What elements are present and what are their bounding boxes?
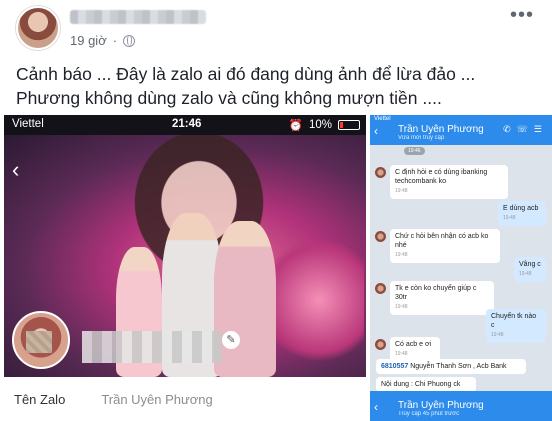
message-in: C định hỏi e có dùng ibanking techcomban… xyxy=(390,165,508,199)
post-time[interactable]: 19 giờ xyxy=(70,33,107,48)
carrier: Viettel xyxy=(12,118,44,130)
contact-avatar xyxy=(375,167,386,178)
chat-action-icons[interactable]: ✆☏☰ xyxy=(503,124,548,135)
account-number: 6810557 xyxy=(381,363,409,370)
chat-carrier: Viettel xyxy=(374,116,391,122)
chat-header: Viettel ‹ Trần Uyên Phương Vừa mới truy … xyxy=(370,115,552,145)
back-arrow-icon[interactable]: ‹ xyxy=(12,157,19,183)
edit-icon[interactable]: ✎ xyxy=(222,331,240,349)
contact-avatar xyxy=(375,283,386,294)
account-message: 6810557 Nguyễn Thanh Sơn , Acb Bank xyxy=(376,359,526,374)
profile-name-blurred xyxy=(82,331,222,363)
status-bar: Viettel 21:46 ⏰ 10% xyxy=(4,115,366,135)
chat-screenshot[interactable]: Viettel ‹ Trần Uyên Phương Vừa mới truy … xyxy=(370,115,552,421)
zalo-profile-screenshot[interactable]: Viettel 21:46 ⏰ 10% ‹ ✎ Tên Zalo Trần Uy… xyxy=(4,115,366,421)
message-list: 19:46 C định hỏi e có dùng ibanking tech… xyxy=(370,145,552,392)
zalo-name-label: Tên Zalo xyxy=(14,391,66,407)
second-contact-name: Trần Uyên Phương xyxy=(398,400,484,411)
second-contact-status: Truy cập 45 phút trước xyxy=(398,411,460,417)
status-time: 21:46 xyxy=(172,118,202,130)
chat-contact-status: Vừa mới truy cập xyxy=(398,135,445,141)
post-meta: 19 giờ · xyxy=(70,33,136,48)
avatar-blur xyxy=(26,331,52,353)
chat-contact-name: Trần Uyên Phương xyxy=(398,124,484,135)
second-chat-header: ‹ Trần Uyên Phương Truy cập 45 phút trướ… xyxy=(370,391,552,421)
message-out: E dùng acb 19:48 xyxy=(498,201,546,226)
message-in: Tk e còn ko chuyển giúp c 30tr 19:48 xyxy=(390,281,494,315)
cover-photo: ‹ ✎ xyxy=(4,135,366,377)
zalo-name-row: Tên Zalo Trần Uyên Phương xyxy=(4,377,366,421)
alarm-icon: ⏰ xyxy=(288,120,303,132)
contact-avatar xyxy=(375,231,386,242)
contact-avatar xyxy=(375,339,386,350)
date-separator: 19:46 xyxy=(404,147,425,155)
poster-avatar[interactable] xyxy=(16,6,60,50)
zalo-name-value: Trần Uyên Phương xyxy=(101,391,213,407)
battery-icon xyxy=(338,120,360,130)
post-text: Cảnh báo ... Đây là zalo ai đó đang dùng… xyxy=(16,64,476,108)
globe-icon[interactable] xyxy=(123,34,136,47)
performer-right xyxy=(214,221,276,377)
transfer-note: Nội dung : Chi Phuong ck xyxy=(376,377,476,392)
more-options-icon[interactable]: ••• xyxy=(510,4,534,27)
battery-percent: 10% xyxy=(308,119,332,131)
poster-name-blurred[interactable] xyxy=(70,10,206,24)
chat-back-icon[interactable]: ‹ xyxy=(374,124,378,138)
message-in: Chứ c hỏi bên nhận có acb ko nhé 19:48 xyxy=(390,229,500,263)
message-out: Chuyển tk nào c 19:48 xyxy=(486,309,546,343)
message-out: Vâng c 19:48 xyxy=(514,257,546,282)
